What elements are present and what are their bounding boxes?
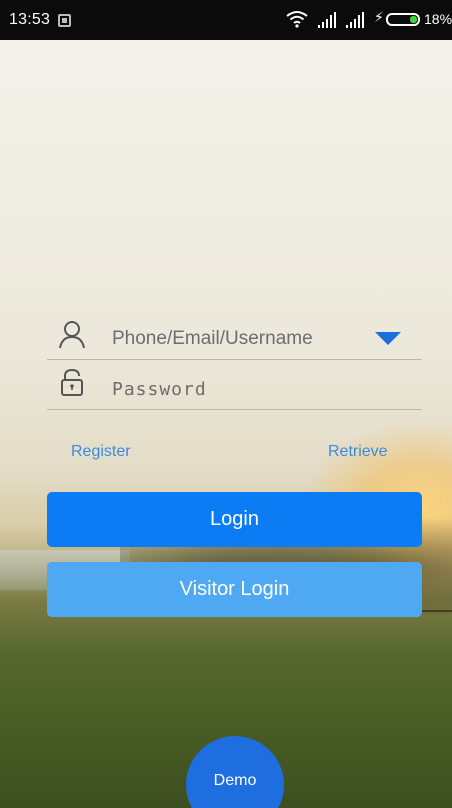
status-bar: 13:53 ⚡ 18% — [0, 0, 452, 40]
user-icon — [59, 321, 85, 349]
retrieve-link[interactable]: Retrieve — [328, 443, 388, 461]
password-input[interactable] — [112, 372, 372, 406]
register-link[interactable]: Register — [71, 443, 131, 461]
background-image — [0, 40, 452, 808]
battery-fill — [410, 16, 417, 23]
visitor-login-button[interactable]: Visitor Login — [47, 562, 422, 617]
charging-icon: ⚡ — [374, 9, 384, 25]
signal-icon — [318, 12, 336, 28]
password-field[interactable] — [47, 366, 422, 410]
username-field[interactable] — [47, 316, 422, 360]
wifi-icon — [286, 11, 308, 28]
dropdown-arrow-icon[interactable] — [375, 332, 401, 346]
signal-icon — [346, 12, 364, 28]
photo-icon — [58, 14, 71, 27]
status-time: 13:53 — [9, 11, 51, 28]
lock-icon — [61, 368, 83, 396]
battery-percent: 18% — [424, 11, 452, 27]
login-button[interactable]: Login — [47, 492, 422, 547]
status-indicators: ⚡ 18% — [272, 8, 452, 32]
battery-icon — [386, 13, 420, 26]
username-input[interactable] — [112, 322, 372, 356]
